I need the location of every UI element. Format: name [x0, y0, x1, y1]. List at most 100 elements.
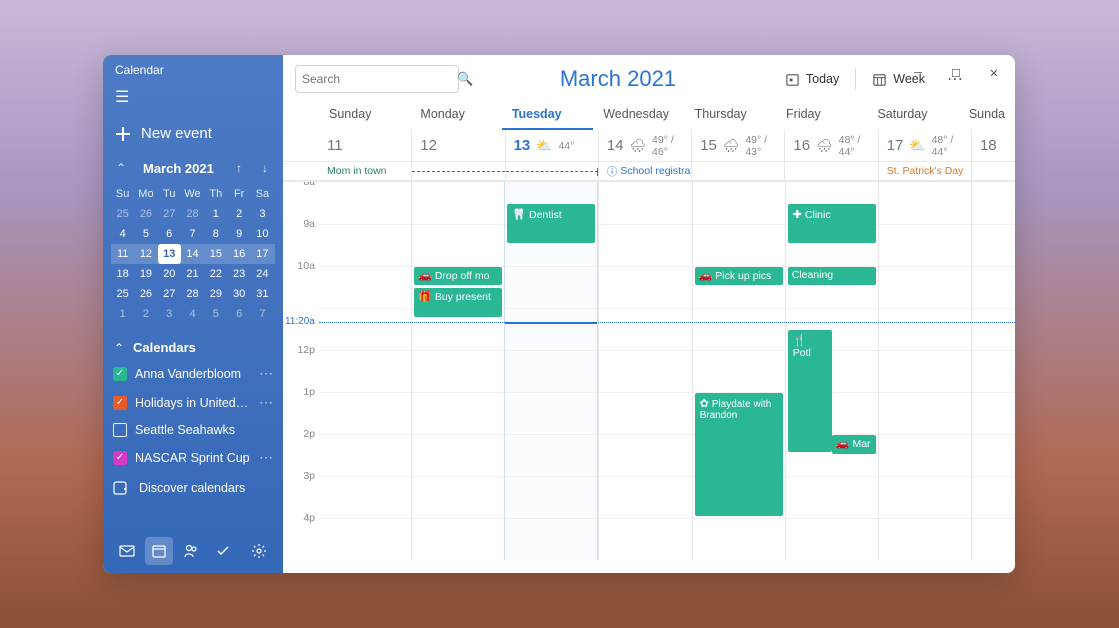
calendar-event[interactable]: 🚗Mar [832, 435, 876, 454]
mini-cal-day[interactable]: 6 [158, 224, 181, 244]
mini-cal-day[interactable]: 31 [251, 284, 274, 304]
mini-cal-day[interactable]: 17 [251, 244, 274, 264]
todo-icon[interactable] [209, 537, 237, 565]
date-cell[interactable]: 12 [411, 130, 504, 161]
day-header[interactable]: Wednesday [593, 99, 684, 129]
calendar-checkbox[interactable] [113, 423, 127, 437]
collapse-mini-cal-icon[interactable]: ⌃ [111, 158, 131, 178]
mini-cal-day[interactable]: 3 [251, 204, 274, 224]
mini-cal-day[interactable]: 30 [227, 284, 250, 304]
day-header[interactable]: Thursday [685, 99, 776, 129]
day-header[interactable]: Sunday [319, 99, 410, 129]
calendar-more-icon[interactable]: ⋯ [259, 394, 273, 411]
mini-cal-day[interactable]: 4 [181, 304, 204, 324]
time-grid[interactable]: 8a9a10a12p1p2p3p4p 🚗Drop off mo🎁Buy pres… [283, 182, 1015, 573]
mini-cal-day[interactable]: 12 [134, 244, 157, 264]
mini-cal-day[interactable]: 19 [134, 264, 157, 284]
allday-event-school[interactable]: ⓘ School registrati [607, 164, 691, 179]
date-cell[interactable]: 13⛅44° [505, 130, 598, 161]
search-input[interactable] [302, 72, 457, 86]
mini-cal-day[interactable]: 8 [204, 224, 227, 244]
calendar-item[interactable]: Seattle Seahawks [103, 417, 283, 443]
close-button[interactable]: ✕ [977, 59, 1011, 87]
calendar-checkbox[interactable]: ✓ [113, 451, 127, 465]
new-event-button[interactable]: New event [103, 117, 283, 150]
calendar-checkbox[interactable]: ✓ [113, 396, 127, 410]
date-cell[interactable]: 16🌧48° / 44° [784, 130, 877, 161]
grid-column[interactable] [598, 182, 691, 560]
calendar-event[interactable]: 🦷Dentist [507, 204, 595, 243]
mini-cal-day[interactable]: 16 [227, 244, 250, 264]
today-button[interactable]: Today [777, 67, 847, 92]
mini-cal-day[interactable]: 6 [227, 304, 250, 324]
mini-cal-day[interactable]: 25 [111, 204, 134, 224]
calendar-item[interactable]: ✓ Holidays in United States ⋯ [103, 388, 283, 417]
allday-event-mom[interactable]: Mom in town [327, 165, 387, 177]
mini-cal-day[interactable]: 25 [111, 284, 134, 304]
date-cell[interactable]: 14🌧49° / 46° [598, 130, 691, 161]
date-cell[interactable]: 11 [319, 130, 411, 161]
calendar-event[interactable]: 🚗Drop off mo [414, 267, 502, 285]
mini-cal-day[interactable]: 27 [158, 284, 181, 304]
day-header[interactable]: Sunda [959, 99, 1015, 129]
mini-cal-day[interactable]: 18 [111, 264, 134, 284]
hamburger-icon[interactable]: ☰ [103, 81, 283, 117]
grid-column[interactable]: ✚ClinicCleaning🍴Potl🚗Mar [785, 182, 878, 560]
calendar-event[interactable]: 🎁Buy present [414, 288, 502, 317]
date-cell[interactable]: 15🌧49° / 43° [691, 130, 784, 161]
grid-column[interactable]: 🚗Drop off mo 🎁Buy present [411, 182, 504, 560]
people-icon[interactable] [177, 537, 205, 565]
date-cell[interactable]: 17⛅48° / 44° [878, 130, 971, 161]
grid-column[interactable]: 🦷Dentist [504, 182, 598, 560]
mini-cal-day[interactable]: 13 [158, 244, 181, 264]
date-cell[interactable]: 18 [971, 130, 1015, 161]
mini-cal-day[interactable]: 14 [181, 244, 204, 264]
mini-cal-day[interactable]: 7 [181, 224, 204, 244]
mini-cal-day[interactable]: 23 [227, 264, 250, 284]
grid-column[interactable] [319, 182, 411, 560]
calendar-more-icon[interactable]: ⋯ [259, 365, 273, 382]
mini-cal-day[interactable]: 10 [251, 224, 274, 244]
grid-column[interactable] [971, 182, 1015, 560]
grid-column[interactable] [878, 182, 971, 560]
maximize-button[interactable]: ☐ [939, 59, 973, 87]
mini-cal-day[interactable]: 21 [181, 264, 204, 284]
mini-cal-day[interactable]: 3 [158, 304, 181, 324]
allday-event-patrick[interactable]: St. Patrick's Day [887, 165, 964, 177]
calendar-event[interactable]: ✿Playdate with Brandon [695, 393, 783, 516]
mini-cal-day[interactable]: 26 [134, 284, 157, 304]
mini-cal-day[interactable]: 24 [251, 264, 274, 284]
mail-icon[interactable] [113, 537, 141, 565]
day-header[interactable]: Saturday [867, 99, 958, 129]
mini-cal-day[interactable]: 5 [204, 304, 227, 324]
mini-cal-day[interactable]: 28 [181, 284, 204, 304]
mini-cal-day[interactable]: 15 [204, 244, 227, 264]
mini-cal-day[interactable]: 22 [204, 264, 227, 284]
mini-cal-day[interactable]: 27 [158, 204, 181, 224]
mini-cal-day[interactable]: 11 [111, 244, 134, 264]
grid-column[interactable]: 🚗Pick up pics✿Playdate with Brandon [692, 182, 785, 560]
mini-cal-day[interactable]: 20 [158, 264, 181, 284]
calendars-section-header[interactable]: ⌃ Calendars [103, 332, 283, 359]
mini-cal-day[interactable]: 28 [181, 204, 204, 224]
calendar-event[interactable]: 🍴Potl [788, 330, 832, 452]
discover-calendars-button[interactable]: Discover calendars [103, 472, 283, 504]
mini-cal-day[interactable]: 29 [204, 284, 227, 304]
mini-cal-day[interactable]: 5 [134, 224, 157, 244]
mini-cal-day[interactable]: 2 [134, 304, 157, 324]
day-header[interactable]: Monday [410, 99, 501, 129]
calendar-item[interactable]: ✓ Anna Vanderbloom ⋯ [103, 359, 283, 388]
day-header[interactable]: Tuesday [502, 99, 593, 129]
prev-month-icon[interactable]: ↑ [229, 158, 249, 178]
mini-cal-day[interactable]: 2 [227, 204, 250, 224]
mini-cal-day[interactable]: 1 [204, 204, 227, 224]
day-header[interactable]: Friday [776, 99, 867, 129]
settings-icon[interactable] [245, 537, 273, 565]
minimize-button[interactable]: ─ [901, 59, 935, 87]
next-month-icon[interactable]: ↓ [255, 158, 275, 178]
mini-cal-day[interactable]: 26 [134, 204, 157, 224]
calendar-item[interactable]: ✓ NASCAR Sprint Cup ⋯ [103, 443, 283, 472]
calendar-icon[interactable] [145, 537, 173, 565]
mini-cal-day[interactable]: 1 [111, 304, 134, 324]
mini-cal-day[interactable]: 7 [251, 304, 274, 324]
